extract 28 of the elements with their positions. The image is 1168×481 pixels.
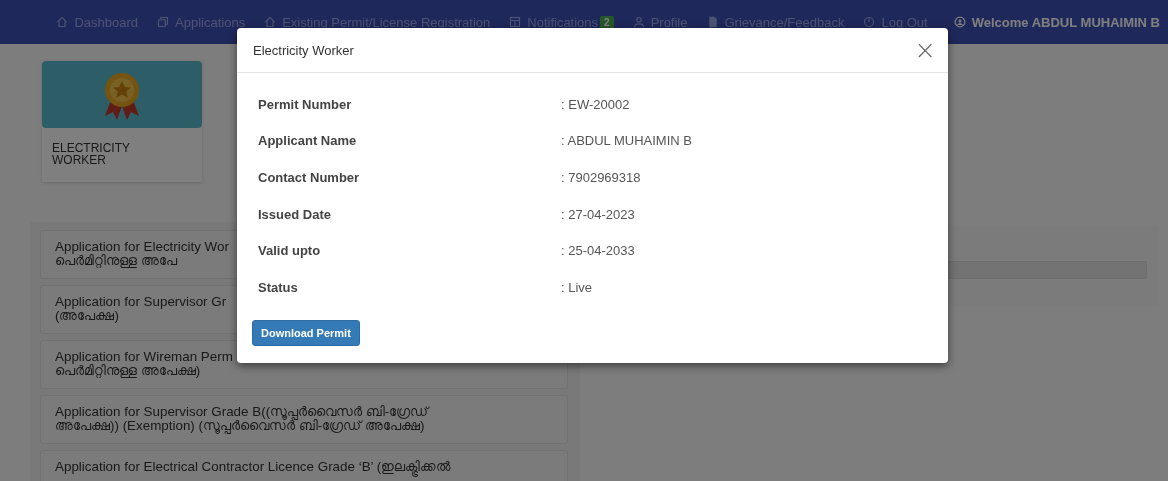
power-icon <box>863 16 876 28</box>
list-icon <box>509 16 522 28</box>
field-value: : EW-20002 <box>561 96 630 112</box>
download-permit-button[interactable]: Download Permit <box>252 319 360 346</box>
field-value: : 7902969318 <box>561 170 641 185</box>
copy-icon <box>157 16 170 28</box>
field-label: Issued Date <box>258 206 332 222</box>
home-icon <box>264 16 277 28</box>
application-item[interactable]: Application for Supervisor Grade B((സൂപ്പർവൈസർ ബി-ഗ്രേഡ് അപേക്ഷ)) (Exemption) (സൂപ്പർവൈസർ ബി-ഗ്രേഡ് അപേക്ഷ) <box>40 395 568 444</box>
dialog-title: Electricity Worker <box>253 42 354 58</box>
card-title: ELECTRICITY WORKER <box>51 140 131 166</box>
field-value: : 25-04-2033 <box>561 243 635 259</box>
field-label: Contact Number <box>258 170 361 185</box>
user-icon <box>632 16 645 28</box>
field-label: Permit Number <box>258 96 353 112</box>
home-icon <box>56 16 69 28</box>
field-value: : ABDUL MUHAIMIN B <box>561 133 692 149</box>
welcome-text: Welcome ABDUL MUHAIMIN B <box>971 14 1160 30</box>
field-value: : 27-04-2023 <box>561 206 635 222</box>
close-button[interactable]: × <box>912 38 938 62</box>
application-item[interactable]: Application for Electrical Contractor Licence Grade ‘B’ (ഇലക്ട്രിക്കൽ <box>40 450 568 481</box>
notification-count: 2 <box>600 15 614 29</box>
user-circle-icon <box>953 16 966 28</box>
field-label: Valid upto <box>258 243 322 259</box>
field-value: : Live <box>561 279 593 295</box>
field-label: Applicant Name <box>258 133 358 149</box>
field-label: Status <box>258 279 299 295</box>
permit-card[interactable]: ELECTRICITY WORKER <box>42 61 202 182</box>
